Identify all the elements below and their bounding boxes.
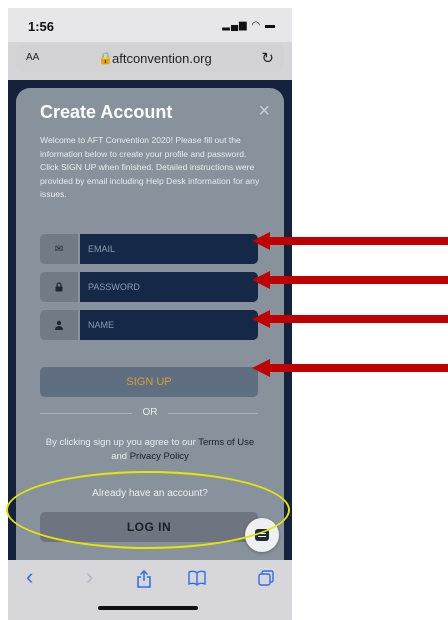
password-field	[40, 272, 258, 302]
annotation-arrow-signup	[252, 359, 448, 377]
annotation-arrow-name	[252, 310, 448, 328]
lock-icon	[40, 272, 78, 302]
envelope-icon: ✉	[40, 234, 78, 264]
lock-icon: 🔒	[98, 51, 113, 65]
home-indicator	[98, 606, 198, 610]
annotation-arrow-password	[252, 271, 448, 289]
close-icon[interactable]: ×	[258, 100, 270, 123]
login-highlight-ellipse	[6, 471, 290, 549]
url-text[interactable]: aftconvention.org	[112, 51, 212, 66]
sign-up-button[interactable]: SIGN UP	[40, 367, 258, 397]
email-field: ✉	[40, 234, 258, 264]
terms-text: By clicking sign up you agree to our Ter…	[38, 436, 262, 464]
status-bar: 1:56 ▂▄▆ ◠ ▬	[8, 8, 292, 42]
clock: 1:56	[28, 19, 55, 34]
email-input[interactable]	[80, 234, 258, 264]
modal-description: Welcome to AFT Convention 2020! Please f…	[40, 135, 260, 200]
or-label: OR	[142, 407, 158, 418]
forward-icon[interactable]: ›	[86, 564, 93, 590]
text-size-button[interactable]: AA	[26, 52, 39, 63]
browser-toolbar: ‹ ›	[8, 560, 292, 620]
user-icon	[40, 310, 78, 340]
tabs-icon[interactable]	[258, 570, 274, 591]
share-icon[interactable]	[136, 569, 152, 593]
name-input[interactable]	[80, 310, 258, 340]
name-field	[40, 310, 258, 340]
terms-prefix: By clicking sign up you agree to our	[45, 437, 199, 448]
reload-icon[interactable]: ↻	[261, 49, 274, 67]
bookmarks-icon[interactable]	[188, 570, 206, 591]
privacy-link[interactable]: Privacy Policy	[130, 451, 189, 462]
terms-and: and	[111, 451, 130, 462]
password-input[interactable]	[80, 272, 258, 302]
status-icons: ▂▄▆ ◠ ▬	[222, 20, 276, 31]
annotation-arrow-email	[252, 232, 448, 250]
back-icon[interactable]: ‹	[26, 564, 33, 590]
terms-link[interactable]: Terms of Use	[198, 437, 254, 448]
address-bar[interactable]: AA 🔒 aftconvention.org ↻	[16, 44, 284, 72]
modal-title: Create Account	[40, 102, 173, 122]
